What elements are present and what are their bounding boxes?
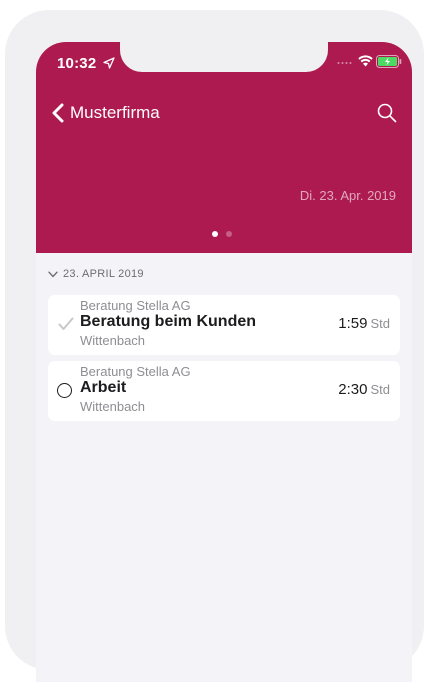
entry-duration-unit: Std — [370, 316, 390, 331]
circle-icon[interactable] — [57, 383, 72, 398]
wifi-icon — [358, 55, 373, 67]
check-icon[interactable] — [58, 317, 74, 331]
entry-duration: 2:30 Std — [338, 381, 390, 398]
location-arrow-icon — [103, 57, 115, 69]
entry-location: Wittenbach — [80, 333, 146, 348]
chevron-down-icon — [48, 271, 58, 277]
back-button-label: Musterfirma — [70, 103, 160, 122]
date-section-header[interactable]: 23. APRIL 2019 — [48, 268, 144, 280]
entry-duration-value: 2:30 — [338, 381, 368, 398]
phone-frame: 10:32 Musterfirma Di. 23. Apr. 2019 23. … — [5, 10, 424, 682]
device-notch — [120, 42, 328, 72]
back-button[interactable]: Musterfirma — [51, 100, 160, 126]
chevron-left-icon — [52, 103, 64, 123]
page-indicator[interactable] — [212, 231, 240, 237]
time-entry-card[interactable]: Beratung Stella AG Arbeit Wittenbach 2:3… — [48, 361, 400, 421]
entry-location: Wittenbach — [80, 399, 146, 414]
entry-client: Beratung Stella AG — [80, 298, 191, 313]
entry-task: Arbeit — [80, 379, 127, 396]
app-screen: 10:32 Musterfirma Di. 23. Apr. 2019 23. … — [36, 42, 412, 682]
page-dot-active[interactable] — [212, 231, 218, 237]
entry-client: Beratung Stella AG — [80, 364, 191, 379]
search-icon[interactable] — [376, 102, 398, 124]
section-title: 23. APRIL 2019 — [63, 268, 144, 280]
time-entry-card[interactable]: Beratung Stella AG Beratung beim Kunden … — [48, 295, 400, 355]
cellular-signal-icon — [337, 62, 352, 64]
status-time: 10:32 — [57, 55, 97, 72]
entry-duration-unit: Std — [370, 382, 390, 397]
entry-task: Beratung beim Kunden — [80, 313, 257, 330]
header-date: Di. 23. Apr. 2019 — [299, 188, 396, 203]
battery-charging-icon — [376, 55, 402, 68]
entry-duration-value: 1:59 — [338, 315, 368, 332]
page-dot[interactable] — [226, 231, 232, 237]
header-banner: 10:32 Musterfirma Di. 23. Apr. 2019 — [36, 42, 412, 253]
entry-duration: 1:59 Std — [338, 315, 390, 332]
